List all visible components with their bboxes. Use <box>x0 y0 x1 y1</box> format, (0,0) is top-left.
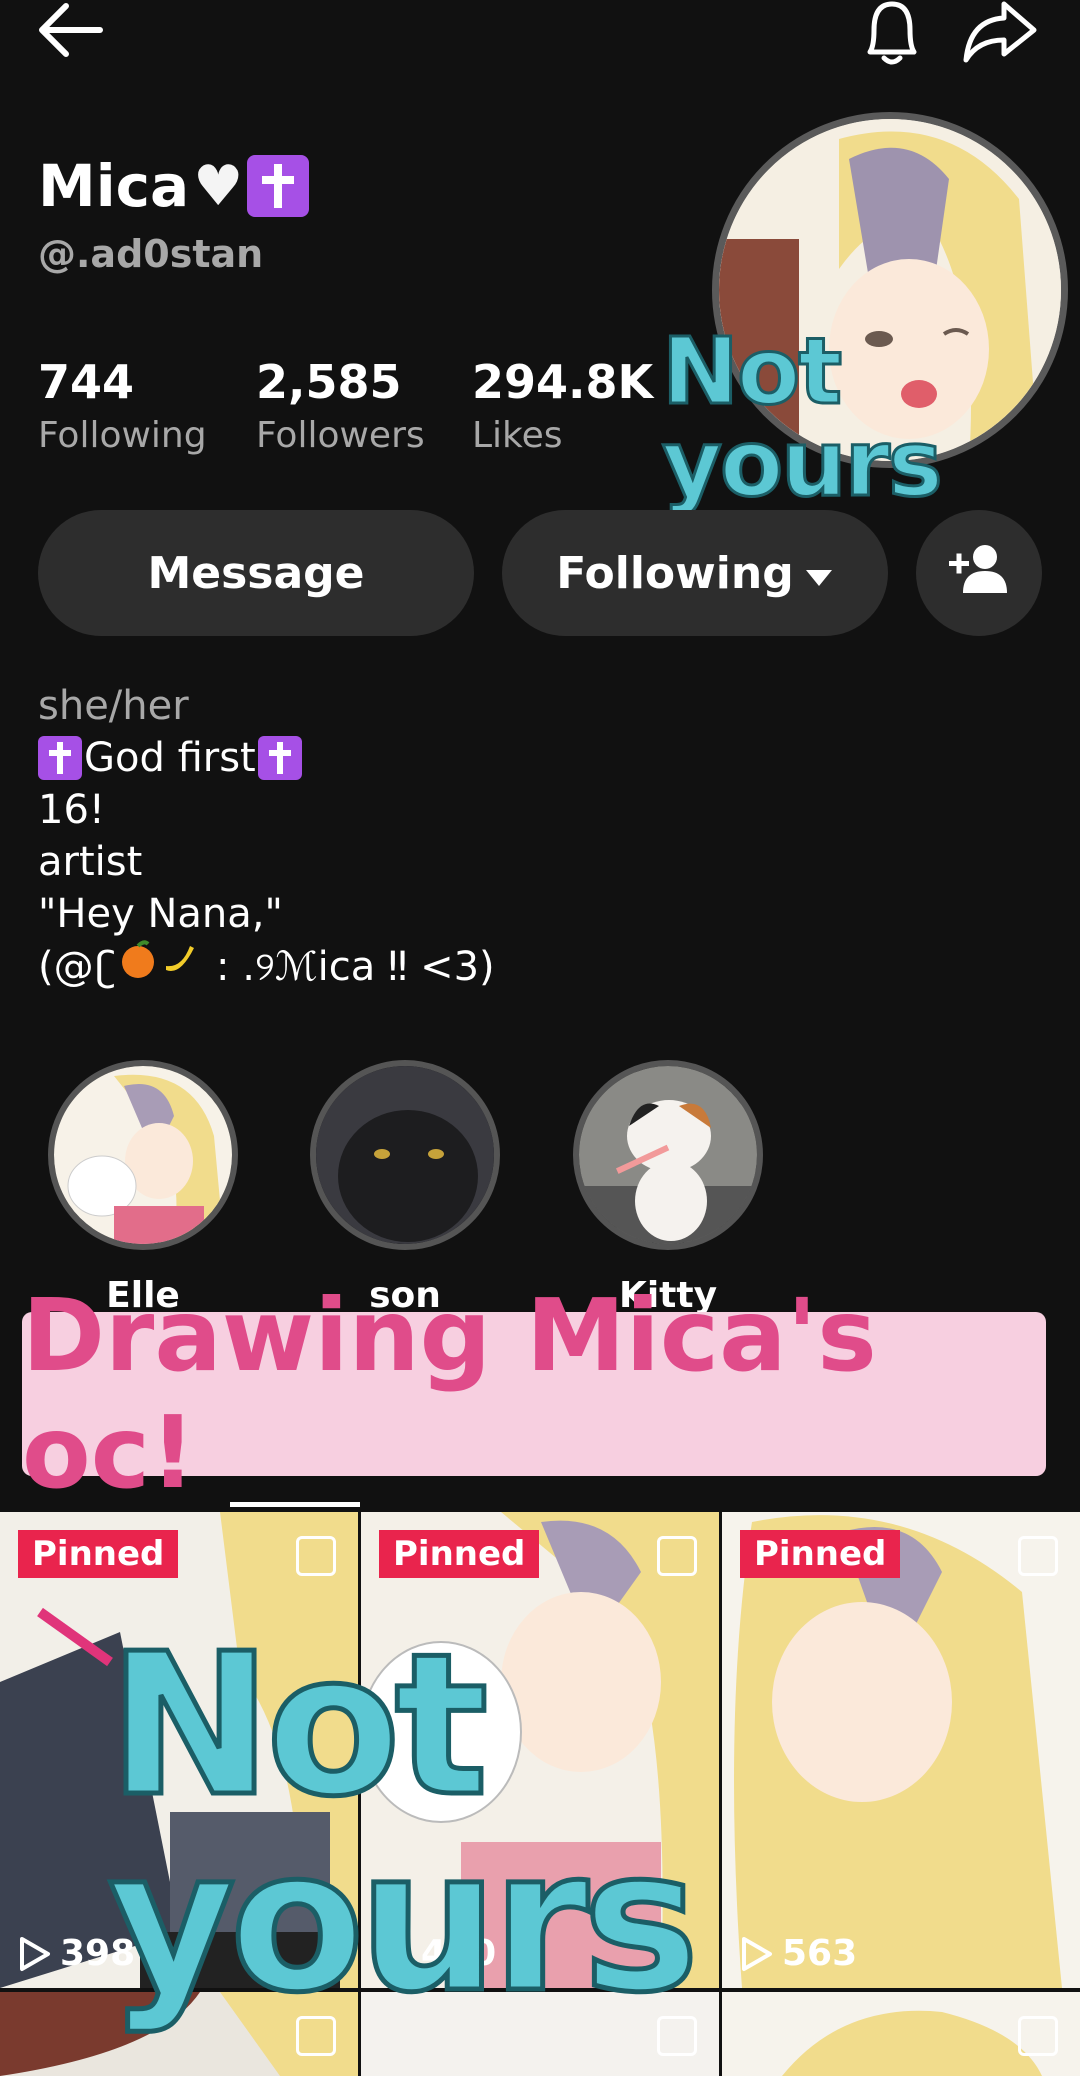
highlight-elle[interactable] <box>48 1060 238 1250</box>
white-heart-icon: ♥ <box>193 153 244 219</box>
bio-text: artist <box>38 839 143 885</box>
pinned-badge: Pinned <box>379 1530 540 1578</box>
highlight-son[interactable] <box>310 1060 500 1250</box>
highlight-kitty[interactable] <box>573 1060 763 1250</box>
stat-value: 744 <box>38 355 135 409</box>
back-arrow-icon[interactable] <box>30 0 110 70</box>
hook-glyph-icon: ʗ <box>95 943 117 990</box>
select-checkbox[interactable] <box>296 1536 336 1576</box>
stat-label: Likes <box>472 415 563 456</box>
pinned-badge: Pinned <box>18 1530 179 1578</box>
stat-followers[interactable]: 2,585 Followers <box>256 355 425 456</box>
play-icon <box>20 1936 50 1971</box>
add-friend-button[interactable] <box>916 510 1042 636</box>
caret-down-icon <box>804 548 834 599</box>
profile-name-text: Mica <box>38 152 190 220</box>
profile-name: Mica ♥ <box>38 152 310 220</box>
stat-label: Followers <box>256 415 425 456</box>
bio-text: 16! <box>38 787 105 833</box>
stat-likes[interactable]: 294.8K Likes <box>472 355 653 456</box>
select-checkbox[interactable] <box>657 1536 697 1576</box>
add-user-icon <box>947 543 1011 604</box>
overlay-text-top: Not yours <box>661 318 945 517</box>
profile-bio: she/her God first 16! artist "Hey Nana,"… <box>38 680 495 993</box>
profile-handle: @.ad0stan <box>38 232 264 276</box>
tab-indicator <box>230 1502 360 1507</box>
bio-pronouns: she/her <box>38 683 189 729</box>
bio-text: : .୨ℳica ‼ <3) <box>216 943 495 990</box>
bio-text: "Hey Nana," <box>38 891 283 937</box>
stat-value: 2,585 <box>256 355 402 409</box>
share-arrow-icon[interactable] <box>960 0 1040 70</box>
following-button-label: Following <box>556 547 794 599</box>
stat-following[interactable]: 744 Following <box>38 355 207 456</box>
bio-line: God first <box>38 732 495 784</box>
following-button[interactable]: Following <box>502 510 888 636</box>
bio-text: (@ <box>38 943 94 990</box>
caption-banner: Drawing Mica's oc! <box>22 1277 1046 1511</box>
orange-icon <box>118 940 158 993</box>
pinned-badge: Pinned <box>740 1530 901 1578</box>
select-checkbox[interactable] <box>1018 2016 1058 2056</box>
overlay-text-bottom: Not yours <box>106 1612 702 2036</box>
stat-label: Following <box>38 415 207 456</box>
message-button[interactable]: Message <box>38 510 474 636</box>
bell-icon[interactable] <box>852 0 932 70</box>
latin-cross-icon <box>257 736 302 780</box>
banana-icon <box>160 940 200 993</box>
stat-value: 294.8K <box>472 355 654 409</box>
bio-text: God first <box>84 735 256 781</box>
bio-line: (@ ʗ : .୨ℳica ‼ <3) <box>38 940 495 993</box>
latin-cross-icon <box>38 736 82 780</box>
latin-cross-icon <box>247 155 310 217</box>
select-checkbox[interactable] <box>1018 1536 1058 1576</box>
